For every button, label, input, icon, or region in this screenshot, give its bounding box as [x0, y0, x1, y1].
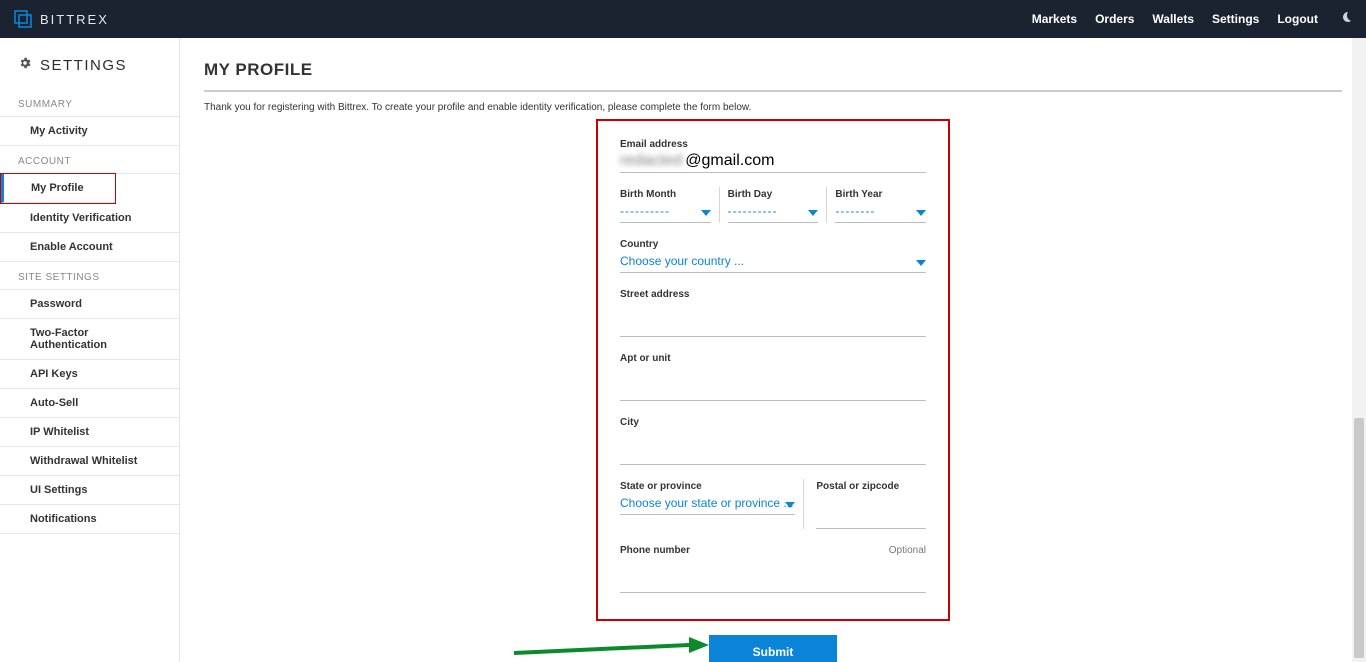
sidebar-item-password[interactable]: Password [0, 290, 179, 319]
top-bar: BITTREX Markets Orders Wallets Settings … [0, 0, 1366, 38]
city-field[interactable]: City [620, 415, 926, 465]
country-placeholder: Choose your country ... [620, 254, 744, 268]
chevron-down-icon [701, 210, 711, 216]
brand-name: BITTREX [40, 12, 109, 27]
apt-field[interactable]: Apt or unit [620, 351, 926, 401]
postal-field[interactable]: Postal or zipcode [816, 479, 926, 529]
country-field[interactable]: Country Choose your country ... [620, 237, 926, 273]
birth-year-field[interactable]: Birth Year -------- [835, 187, 926, 223]
chevron-down-icon [916, 210, 926, 216]
arrow-icon [514, 635, 714, 662]
nav-markets[interactable]: Markets [1032, 12, 1077, 26]
state-label: State or province [620, 481, 795, 492]
birth-month-label: Birth Month [620, 189, 711, 200]
scrollbar-thumb[interactable] [1354, 418, 1364, 658]
gear-icon [18, 56, 32, 75]
chevron-down-icon [785, 502, 795, 508]
email-value: redacted @gmail.com [620, 152, 926, 170]
scrollbar[interactable] [1352, 38, 1366, 662]
sidebar-item-wwhite[interactable]: Withdrawal Whitelist [0, 447, 179, 476]
nav-settings[interactable]: Settings [1212, 12, 1259, 26]
phone-label: Phone number [620, 545, 926, 556]
sidebar-item-apikeys[interactable]: API Keys [0, 360, 179, 389]
nav-orders[interactable]: Orders [1095, 12, 1134, 26]
birth-year-value: -------- [835, 204, 875, 218]
intro-text: Thank you for registering with Bittrex. … [204, 102, 1342, 113]
sidebar-item-autosell[interactable]: Auto-Sell [0, 389, 179, 418]
email-field: Email address redacted @gmail.com [620, 137, 926, 173]
birth-day-value: ---------- [728, 204, 778, 218]
email-suffix: @gmail.com [685, 152, 774, 170]
apt-input[interactable] [620, 366, 926, 384]
birth-month-value: ---------- [620, 204, 670, 218]
birth-day-field[interactable]: Birth Day ---------- [728, 187, 819, 223]
profile-highlight-box: My Profile [0, 173, 116, 204]
section-summary-label: SUMMARY [0, 89, 179, 117]
state-placeholder: Choose your state or province ... [620, 496, 793, 510]
email-label: Email address [620, 139, 926, 150]
state-field[interactable]: State or province Choose your state or p… [620, 479, 795, 515]
settings-sidebar: SETTINGS SUMMARY My Activity ACCOUNT My … [0, 38, 180, 662]
profile-form: Email address redacted @gmail.com Birth … [620, 137, 926, 593]
postal-label: Postal or zipcode [816, 481, 926, 492]
birth-day-label: Birth Day [728, 189, 819, 200]
phone-optional: Optional [889, 545, 926, 556]
brand: BITTREX [14, 10, 109, 28]
postal-input[interactable] [816, 494, 926, 512]
phone-field[interactable]: Phone number Optional [620, 543, 926, 593]
section-site-label: SITE SETTINGS [0, 262, 179, 290]
sidebar-item-twofa[interactable]: Two-Factor Authentication [0, 319, 179, 360]
dark-mode-icon[interactable] [1340, 10, 1352, 28]
profile-form-highlight: Email address redacted @gmail.com Birth … [596, 119, 950, 621]
phone-input[interactable] [620, 558, 926, 576]
settings-heading: SETTINGS [0, 56, 179, 89]
top-nav: Markets Orders Wallets Settings Logout [1032, 10, 1352, 28]
main-content: MY PROFILE Thank you for registering wit… [180, 38, 1366, 662]
page-title: MY PROFILE [204, 60, 1342, 92]
street-input[interactable] [620, 302, 926, 320]
settings-title: SETTINGS [40, 57, 127, 74]
bittrex-logo-icon [14, 10, 32, 28]
sidebar-item-activity[interactable]: My Activity [0, 117, 179, 146]
sidebar-item-uiset[interactable]: UI Settings [0, 476, 179, 505]
chevron-down-icon [916, 260, 926, 266]
street-field[interactable]: Street address [620, 287, 926, 337]
apt-label: Apt or unit [620, 353, 926, 364]
street-label: Street address [620, 289, 926, 300]
sidebar-item-ipwhite[interactable]: IP Whitelist [0, 418, 179, 447]
submit-button[interactable]: Submit [709, 635, 838, 662]
city-label: City [620, 417, 926, 428]
birth-year-label: Birth Year [835, 189, 926, 200]
city-input[interactable] [620, 430, 926, 448]
country-label: Country [620, 239, 926, 250]
nav-logout[interactable]: Logout [1277, 12, 1318, 26]
email-redacted: redacted [620, 152, 682, 170]
sidebar-item-profile[interactable]: My Profile [1, 174, 115, 203]
chevron-down-icon [808, 210, 818, 216]
birth-month-field[interactable]: Birth Month ---------- [620, 187, 711, 223]
nav-wallets[interactable]: Wallets [1152, 12, 1194, 26]
sidebar-item-enable[interactable]: Enable Account [0, 233, 179, 262]
sidebar-item-notif[interactable]: Notifications [0, 505, 179, 534]
section-account-label: ACCOUNT [0, 146, 179, 174]
sidebar-item-identity[interactable]: Identity Verification [0, 204, 179, 233]
